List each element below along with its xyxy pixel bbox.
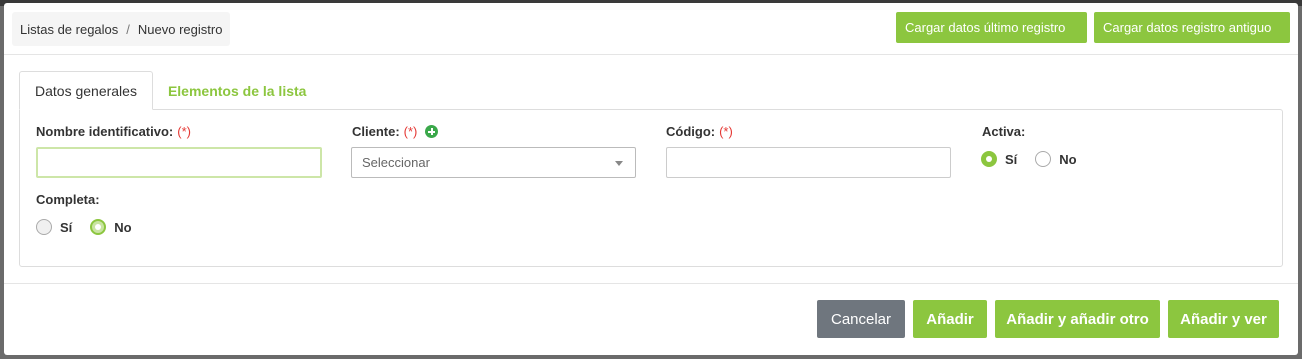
modal-footer: Cancelar Añadir Añadir y añadir otro Aña… <box>4 283 1298 355</box>
add-and-view-button[interactable]: Añadir y ver <box>1168 300 1279 338</box>
activa-si-label: Sí <box>1005 151 1018 167</box>
completa-radio-group: Sí No <box>36 219 150 235</box>
load-last-record-button[interactable]: Cargar datos último registro <box>896 12 1087 43</box>
activa-label: Activa: <box>982 124 1026 139</box>
activa-radio-group: Sí No <box>981 151 1095 167</box>
cliente-required-mark: (*) <box>403 124 418 139</box>
nombre-label-row: Nombre identificativo: (*) <box>36 124 191 139</box>
codigo-required-mark: (*) <box>719 124 733 139</box>
codigo-label-row: Código: (*) <box>666 124 733 139</box>
nombre-input[interactable] <box>36 147 322 178</box>
completa-option-si[interactable]: Sí <box>36 219 72 235</box>
completa-option-no[interactable]: No <box>90 219 132 235</box>
completa-label: Completa: <box>36 192 100 207</box>
tab-bar: Datos generales Elementos de la lista <box>19 71 321 110</box>
breadcrumb: Listas de regalos / Nuevo registro <box>12 12 231 46</box>
general-data-panel: Nombre identificativo: (*) Cliente: (*) … <box>19 109 1283 267</box>
activa-no-radio[interactable] <box>1035 151 1052 167</box>
completa-no-label: No <box>114 219 132 235</box>
completa-no-radio[interactable] <box>90 219 107 235</box>
cliente-label-row: Cliente: (*) <box>352 124 439 139</box>
add-and-add-another-button[interactable]: Añadir y añadir otro <box>995 300 1160 338</box>
cliente-select[interactable]: Seleccionar <box>351 147 636 178</box>
tab-general-data[interactable]: Datos generales <box>19 71 153 110</box>
activa-option-no[interactable]: No <box>1035 151 1077 167</box>
nombre-label: Nombre identificativo: <box>36 124 174 139</box>
activa-si-radio[interactable] <box>981 151 997 167</box>
cliente-select-placeholder: Seleccionar <box>362 155 430 170</box>
load-old-record-button[interactable]: Cargar datos registro antiguo <box>1094 12 1290 43</box>
plus-circle-icon[interactable] <box>425 125 439 138</box>
completa-si-radio[interactable] <box>36 219 52 235</box>
activa-no-label: No <box>1059 151 1077 167</box>
breadcrumb-item-gift-lists[interactable]: Listas de regalos <box>20 22 118 37</box>
breadcrumb-item-new-record: Nuevo registro <box>137 21 223 37</box>
cancel-button[interactable]: Cancelar <box>817 300 905 338</box>
codigo-label: Código: <box>666 124 716 139</box>
activa-option-si[interactable]: Sí <box>981 151 1017 167</box>
caret-down-icon <box>615 161 623 166</box>
cliente-label: Cliente: <box>352 124 400 139</box>
nombre-required-mark: (*) <box>177 124 191 139</box>
modal-header: Listas de regalos / Nuevo registro Carga… <box>4 3 1298 55</box>
new-record-modal: Listas de regalos / Nuevo registro Carga… <box>4 3 1298 355</box>
completa-si-label: Sí <box>60 219 73 235</box>
tab-list-items[interactable]: Elementos de la lista <box>153 71 322 110</box>
codigo-input[interactable] <box>666 147 951 178</box>
breadcrumb-separator: / <box>126 21 130 37</box>
add-button[interactable]: Añadir <box>913 300 987 338</box>
